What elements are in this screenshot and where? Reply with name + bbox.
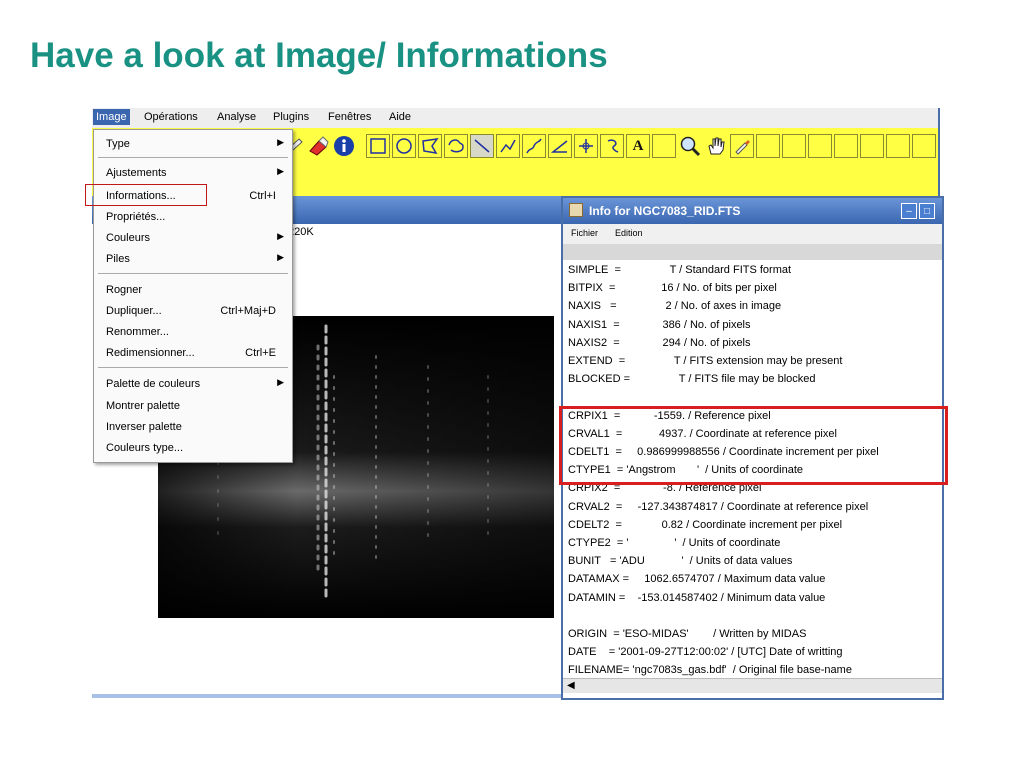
- menu-item-dupliquer[interactable]: Dupliquer... Ctrl+Maj+D: [94, 301, 292, 321]
- fits-header-line: DATE = '2001-09-27T12:00:02' / [UTC] Dat…: [568, 646, 843, 659]
- fits-header-line: CRPIX2 = -8. / Reference pixel: [568, 482, 762, 495]
- fits-header-line: CTYPE2 = ' ' / Units of coordinate: [568, 537, 781, 549]
- menu-edition[interactable]: Edition: [615, 228, 643, 238]
- scroll-left-arrow-icon[interactable]: ◀: [567, 680, 575, 691]
- menu-item-palette-de-couleurs[interactable]: Palette de couleurs ▶: [94, 374, 292, 394]
- straight-line-tool-icon[interactable]: [470, 134, 494, 158]
- image-window-bottom-edge: [92, 694, 562, 698]
- menu-separator: [98, 157, 288, 158]
- empty-tool-slot-1-icon: [756, 134, 780, 158]
- submenu-arrow-icon: ▶: [277, 377, 284, 387]
- freehand-line-tool-icon[interactable]: [522, 134, 546, 158]
- menu-plugins[interactable]: Plugins: [273, 111, 309, 123]
- hand-icon[interactable]: [704, 134, 728, 158]
- menu-item-proprietes[interactable]: Propriétés...: [94, 207, 292, 227]
- menu-item-ajustements[interactable]: Ajustements ▶: [94, 163, 292, 183]
- image-dropdown-menu: Type ▶ Ajustements ▶ Informations... Ctr…: [93, 129, 293, 463]
- menu-item-renommer[interactable]: Renommer...: [94, 322, 292, 342]
- fits-header-line: NAXIS = 2 / No. of axes in image: [568, 300, 782, 313]
- crosshair-tool-icon[interactable]: [574, 134, 598, 158]
- informations-highlight-box: [85, 184, 207, 206]
- color-picker-icon[interactable]: [730, 134, 754, 158]
- angle-tool-icon[interactable]: [548, 134, 572, 158]
- info-window-header-strip: [563, 244, 942, 260]
- fits-keywords-highlight-box: [559, 406, 948, 485]
- fits-header-line: SIMPLE = T / Standard FITS format: [568, 264, 792, 276]
- menu-item-inverser-palette[interactable]: Inverser palette: [94, 417, 292, 437]
- menu-fenetres[interactable]: Fenêtres: [328, 111, 371, 123]
- menu-image[interactable]: Image: [93, 109, 130, 125]
- submenu-arrow-icon: ▶: [277, 166, 284, 176]
- info-window-menubar: Fichier Edition: [563, 224, 942, 244]
- menu-separator: [98, 367, 288, 368]
- menu-item-couleurs[interactable]: Couleurs ▶: [94, 228, 292, 248]
- empty-tool-slot-3-icon: [808, 134, 832, 158]
- segmented-line-tool-icon[interactable]: [496, 134, 520, 158]
- empty-tool-slot-4-icon: [834, 134, 858, 158]
- menu-item-montrer-palette[interactable]: Montrer palette: [94, 396, 292, 416]
- menu-item-rogner[interactable]: Rogner: [94, 280, 292, 300]
- menu-item-redimensionner[interactable]: Redimensionner... Ctrl+E: [94, 343, 292, 363]
- fits-header-line: NAXIS1 = 386 / No. of pixels: [568, 318, 751, 331]
- menu-analyse[interactable]: Analyse: [217, 111, 256, 123]
- wand-tool-icon[interactable]: [600, 134, 624, 158]
- menu-item-piles[interactable]: Piles ▶: [94, 249, 292, 269]
- menu-separator: [98, 273, 288, 274]
- fits-header-line: CRVAL2 = -127.343874817 / Coordinate at …: [568, 500, 869, 513]
- empty-tool-slot-5-icon: [860, 134, 884, 158]
- fits-header-line: DATAMIN = -153.014587402 / Minimum data …: [568, 591, 826, 604]
- info-window-title: Info for NGC7083_RID.FTS: [589, 204, 741, 218]
- blank-tool-slot-icon: [652, 134, 676, 158]
- fits-header-line: BUNIT = 'ADU ' / Units of data values: [568, 555, 793, 568]
- fits-header-line: DATAMAX = 1062.6574707 / Maximum data va…: [568, 573, 826, 586]
- text-tool-icon[interactable]: A: [626, 134, 650, 158]
- menu-operations[interactable]: Opérations: [144, 111, 198, 123]
- imagej-menubar: Image Opérations Analyse Plugins Fenêtre…: [92, 108, 938, 128]
- submenu-arrow-icon: ▶: [277, 231, 284, 241]
- rectangle-tool-icon[interactable]: [366, 134, 390, 158]
- fits-header-line: ORIGIN = 'ESO-MIDAS' / Written by MIDAS: [568, 628, 807, 640]
- fits-header-line: NAXIS2 = 294 / No. of pixels: [568, 336, 751, 349]
- slide-title: Have a look at Image/ Informations: [30, 36, 608, 75]
- oval-tool-icon[interactable]: [392, 134, 416, 158]
- empty-tool-slot-7-icon: [912, 134, 936, 158]
- empty-tool-slot-2-icon: [782, 134, 806, 158]
- menu-item-type[interactable]: Type ▶: [94, 134, 292, 154]
- horizontal-scrollbar[interactable]: ◀: [563, 678, 942, 693]
- fits-header-line: EXTEND = T / FITS extension may be prese…: [568, 355, 843, 367]
- fits-header-line: BLOCKED = T / FITS file may be blocked: [568, 373, 816, 386]
- menu-item-couleurs-type[interactable]: Couleurs type...: [94, 438, 292, 458]
- imagej-app-icon: [569, 203, 583, 217]
- fits-header-line: BITPIX = 16 / No. of bits per pixel: [568, 282, 777, 295]
- magnifier-icon[interactable]: [678, 134, 702, 158]
- submenu-arrow-icon: ▶: [277, 252, 284, 262]
- polygon-tool-icon[interactable]: [418, 134, 442, 158]
- empty-tool-slot-6-icon: [886, 134, 910, 158]
- menu-aide[interactable]: Aide: [389, 111, 411, 123]
- freehand-tool-icon[interactable]: [444, 134, 468, 158]
- info-window-titlebar[interactable]: Info for NGC7083_RID.FTS – □: [563, 198, 942, 224]
- maximize-icon[interactable]: □: [919, 203, 935, 219]
- fits-header-line: CDELT2 = 0.82 / Coordinate increment per…: [568, 518, 843, 531]
- menu-fichier[interactable]: Fichier: [571, 228, 598, 238]
- submenu-arrow-icon: ▶: [277, 137, 284, 147]
- minimize-icon[interactable]: –: [901, 203, 917, 219]
- info-icon[interactable]: [332, 134, 356, 158]
- eraser-icon[interactable]: [306, 134, 330, 158]
